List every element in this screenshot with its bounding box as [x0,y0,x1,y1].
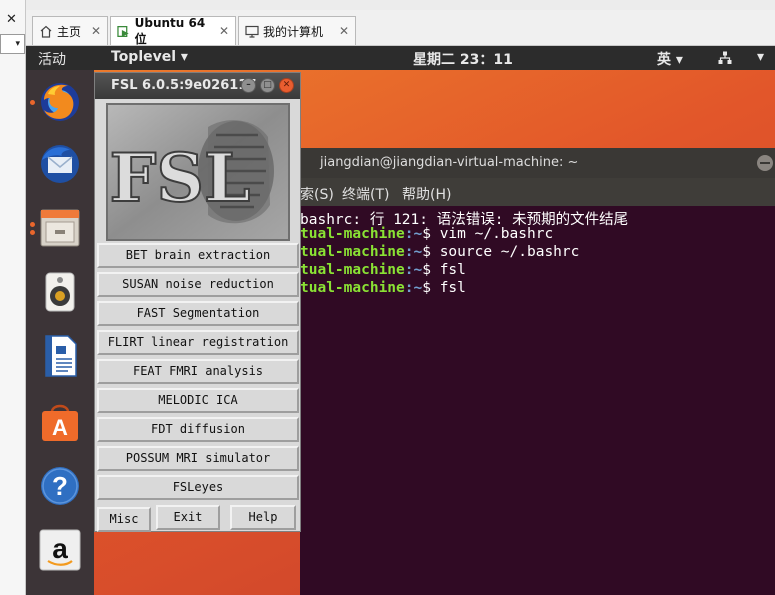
activities-button[interactable]: 活动 [38,49,66,69]
fsl-logo-image: FSL [108,105,288,239]
fsl-logo-text: FSL [110,139,251,217]
host-left-panel: ✕ ▾ [0,0,26,595]
vm-tab-bar: 主页 ✕ Ubuntu 64 位 ✕ 我的计算机 ✕ [26,0,775,46]
svg-text:a: a [52,533,68,564]
close-icon[interactable]: ✕ [339,24,349,38]
feat-fmri-analysis-button[interactable]: FEAT FMRI analysis [97,359,299,384]
software-center-icon[interactable]: A [38,400,82,444]
terminal-menubar: 索(S) 终端(T) 帮助(H) [300,178,775,206]
fsl-title: FSL 6.0.5:9e026117 [111,78,257,93]
svg-text:A: A [52,415,68,440]
terminal-output[interactable]: bashrc: 行 121: 语法错误: 未预期的文件结尾 tual-machi… [300,206,775,595]
maximize-button[interactable]: □ [260,78,275,93]
minimize-icon: – [246,80,251,90]
help-icon[interactable]: ? [38,464,82,508]
close-icon[interactable] [757,155,773,171]
input-method-indicator[interactable]: 英 ▾ [657,49,683,69]
susan-noise-reduction-button[interactable]: SUSAN noise reduction [97,272,299,297]
melodic-ica-button[interactable]: MELODIC ICA [97,388,299,413]
chevron-down-icon: ▾ [15,39,20,49]
tab-my-computer[interactable]: 我的计算机 ✕ [238,16,356,45]
thunderbird-icon[interactable] [38,142,82,186]
fsl-logo: FSL [106,103,290,241]
terminal-line: tual-machine:~$ source ~/.bashrc [300,244,580,260]
fsl-window: FSL 6.0.5:9e026117 – □ ✕ FSL BET brain e… [94,72,301,532]
misc-button[interactable]: Misc [97,507,151,532]
maximize-icon: □ [263,80,272,90]
network-icon[interactable] [718,51,732,65]
tab-home[interactable]: 主页 ✕ [32,16,108,45]
terminal-titlebar[interactable]: jiangdian@jiangdian-virtual-machine: ~ [300,148,775,178]
menu-search[interactable]: 索(S) [300,184,334,204]
host-dropdown[interactable]: ▾ [0,34,25,54]
computer-icon [245,25,259,38]
close-icon[interactable]: ✕ [91,24,101,38]
tab-label: 主页 [57,24,82,39]
fsleyes-button[interactable]: FSLeyes [97,475,299,500]
files-icon[interactable] [38,206,82,250]
fsl-titlebar[interactable]: FSL 6.0.5:9e026117 – □ ✕ [95,73,300,99]
rhythmbox-icon[interactable] [38,270,82,314]
home-icon [40,25,52,38]
screen: ✕ ▾ 主页 ✕ Ubuntu 64 位 ✕ 我的计算机 ✕ 活动 Toplev… [0,0,775,595]
clock[interactable]: 星期二 23：11 [413,49,513,69]
close-button[interactable]: ✕ [279,78,294,93]
possum-mri-simulator-button[interactable]: POSSUM MRI simulator [97,446,299,471]
launcher-dock: A ? a [26,70,94,595]
host-close-button[interactable]: ✕ [6,12,17,27]
svg-text:?: ? [52,471,68,501]
firefox-icon[interactable] [38,80,82,124]
flirt-linear-registration-button[interactable]: FLIRT linear registration [97,330,299,355]
fdt-diffusion-button[interactable]: FDT diffusion [97,417,299,442]
running-indicator [30,222,35,227]
tab-ubuntu-vm[interactable]: Ubuntu 64 位 ✕ [110,15,236,46]
bet-brain-extraction-button[interactable]: BET brain extraction [97,243,299,268]
amazon-icon[interactable]: a [38,528,82,572]
running-indicator [30,100,35,105]
vm-icon [117,25,129,37]
terminal-title: jiangdian@jiangdian-virtual-machine: ~ [320,155,579,170]
power-menu-chevron[interactable]: ▾ [757,49,764,65]
minimize-button[interactable]: – [241,78,256,93]
exit-button[interactable]: Exit [156,505,220,530]
close-icon: ✕ [282,80,291,90]
terminal-line: bashrc: 行 121: 语法错误: 未预期的文件结尾 [300,212,629,228]
fast-segmentation-button[interactable]: FAST Segmentation [97,301,299,326]
tab-label: 我的计算机 [263,24,324,39]
help-button[interactable]: Help [230,505,296,530]
tab-label: Ubuntu 64 位 [134,15,206,46]
terminal-line: tual-machine:~$ fsl [300,262,466,278]
writer-icon[interactable] [38,334,82,378]
running-indicator [30,230,35,235]
app-menu[interactable]: Toplevel ▾ [111,49,188,65]
close-icon[interactable]: ✕ [219,24,229,38]
menu-terminal[interactable]: 终端(T) [342,184,389,204]
ubuntu-top-panel: 活动 Toplevel ▾ 星期二 23：11 英 ▾ ▾ [26,46,775,70]
terminal-line: tual-machine:~$ fsl [300,280,466,296]
terminal-window[interactable]: jiangdian@jiangdian-virtual-machine: ~ 索… [300,148,775,595]
menu-help[interactable]: 帮助(H) [402,184,451,204]
terminal-line: tual-machine:~$ vim ~/.bashrc [300,226,554,242]
